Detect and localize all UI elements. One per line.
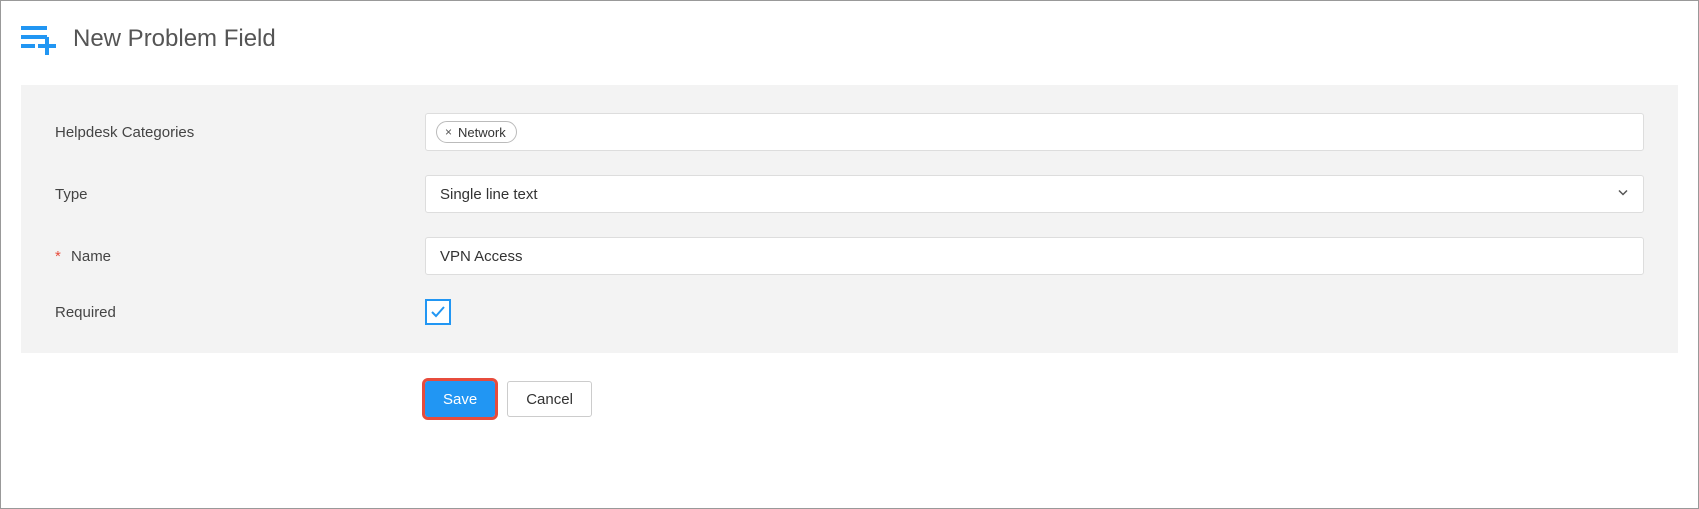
category-tag-label: Network <box>458 125 506 140</box>
form-actions: Save Cancel <box>425 381 1678 417</box>
form-card: Helpdesk Categories × Network Type Singl… <box>21 85 1678 353</box>
required-checkbox[interactable] <box>425 299 451 325</box>
categories-input[interactable]: × Network <box>425 113 1644 151</box>
cancel-button[interactable]: Cancel <box>507 381 592 417</box>
page-title: New Problem Field <box>73 25 276 53</box>
category-tag[interactable]: × Network <box>436 121 517 143</box>
type-label: Type <box>55 186 425 203</box>
page-header: New Problem Field <box>21 21 1678 57</box>
list-plus-icon <box>21 21 65 57</box>
chevron-down-icon <box>1617 186 1629 203</box>
name-label: * Name <box>55 248 425 265</box>
name-label-text: Name <box>71 248 111 265</box>
type-select-value: Single line text <box>440 186 538 203</box>
check-icon <box>429 303 447 321</box>
name-input[interactable] <box>425 237 1644 275</box>
tag-remove-icon[interactable]: × <box>445 126 452 138</box>
type-select[interactable]: Single line text <box>425 175 1644 213</box>
categories-label: Helpdesk Categories <box>55 124 425 141</box>
required-asterisk: * <box>55 248 61 265</box>
required-label: Required <box>55 304 425 321</box>
save-button[interactable]: Save <box>425 381 495 417</box>
